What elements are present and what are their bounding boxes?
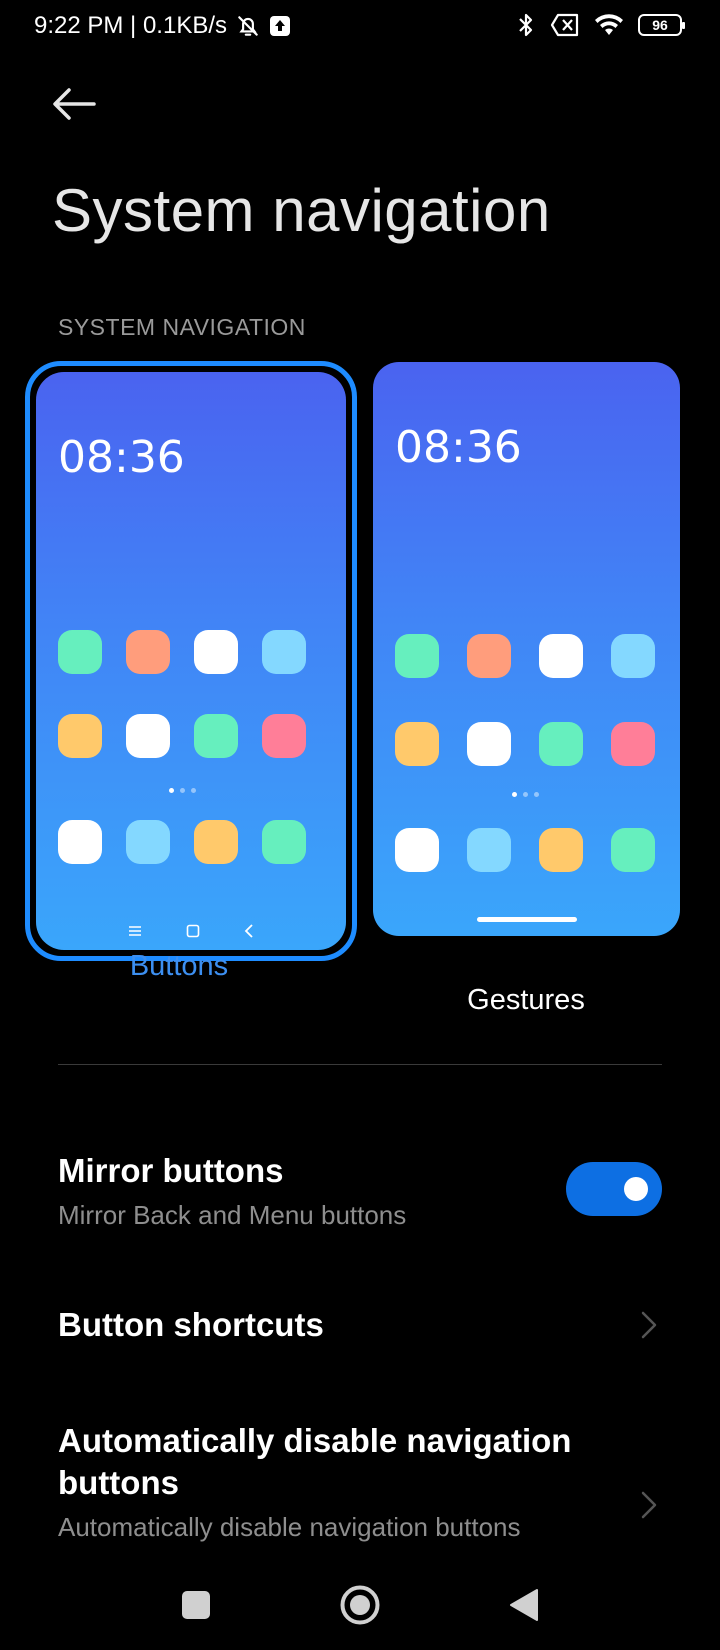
divider [58, 1064, 662, 1065]
app-icon [611, 722, 655, 766]
preview-time: 08:36 [58, 432, 185, 483]
battery-icon: 96 [638, 14, 685, 36]
auto-disable-title: Automatically disable navigation buttons [58, 1422, 572, 1501]
recents-button[interactable] [166, 1575, 226, 1635]
app-icon [262, 820, 306, 864]
toggle-knob [624, 1177, 648, 1201]
preview-nav-buttons [36, 924, 346, 938]
back-triangle-icon [510, 1589, 538, 1621]
status-right: 96 [516, 12, 685, 38]
option-label-gestures: Gestures [467, 984, 585, 1016]
buttons-preview: 08:36 [36, 372, 346, 950]
app-icon [194, 820, 238, 864]
app-icon [126, 630, 170, 674]
page-dot [534, 792, 539, 797]
app-icon [539, 828, 583, 872]
app-icon [467, 634, 511, 678]
app-icon [395, 828, 439, 872]
back-chevron-icon [244, 924, 253, 938]
back-button[interactable] [52, 84, 100, 124]
home-circle-icon [340, 1585, 380, 1625]
no-sim-icon [550, 13, 580, 37]
option-buttons[interactable]: 08:36 Buttons [25, 361, 357, 982]
home-square-icon [186, 924, 200, 938]
selected-frame: 08:36 [25, 361, 357, 961]
page-dot [512, 792, 517, 797]
bluetooth-icon [516, 12, 536, 38]
status-left: 9:22 PM | 0.1KB/s [34, 12, 291, 40]
section-label: SYSTEM NAVIGATION [58, 314, 306, 340]
app-icon [611, 828, 655, 872]
status-time-speed: 9:22 PM | 0.1KB/s [34, 12, 227, 39]
chevron-right-icon [641, 1491, 657, 1519]
mirror-buttons-row[interactable]: Mirror buttons Mirror Back and Menu butt… [58, 1150, 662, 1232]
page-dot [523, 792, 528, 797]
page-title: System navigation [52, 177, 551, 244]
page-dot [191, 788, 196, 793]
back-arrow-icon [53, 88, 96, 120]
page-dots [512, 792, 539, 797]
app-icon [126, 820, 170, 864]
home-button[interactable] [330, 1575, 390, 1635]
auto-disable-subtitle: Automatically disable navigation buttons [58, 1512, 521, 1542]
app-icon [539, 722, 583, 766]
option-gestures[interactable]: 08:36 Gestures [373, 362, 680, 1016]
auto-disable-row[interactable]: Automatically disable navigation buttons… [58, 1420, 662, 1554]
app-icon [539, 634, 583, 678]
page-dot [169, 788, 174, 793]
battery-level: 96 [652, 17, 668, 33]
gesture-handle-bar [477, 917, 577, 922]
back-nav-button[interactable] [494, 1575, 554, 1635]
app-icon [126, 714, 170, 758]
app-icon [58, 820, 102, 864]
system-nav-bar [0, 1555, 720, 1650]
menu-icon [129, 926, 141, 936]
app-icon [395, 634, 439, 678]
mirror-buttons-toggle[interactable] [566, 1162, 662, 1216]
app-icon [467, 722, 511, 766]
page-dot [180, 788, 185, 793]
wifi-icon [594, 13, 624, 37]
page-dots [169, 788, 196, 793]
app-icon [611, 634, 655, 678]
bell-muted-icon [235, 13, 261, 39]
app-icon [395, 722, 439, 766]
app-icon [58, 630, 102, 674]
option-label-buttons: Buttons [129, 950, 229, 982]
preview-time: 08:36 [395, 422, 522, 473]
status-bar: 9:22 PM | 0.1KB/s 96 [0, 0, 720, 56]
button-shortcuts-title: Button shortcuts [58, 1306, 324, 1343]
chevron-right-icon [641, 1311, 657, 1339]
button-shortcuts-row[interactable]: Button shortcuts [58, 1304, 662, 1348]
recents-square-icon [182, 1591, 210, 1619]
upload-icon [269, 15, 291, 37]
app-icon [262, 630, 306, 674]
app-icon [58, 714, 102, 758]
app-icon [194, 714, 238, 758]
gestures-preview: 08:36 [373, 362, 680, 936]
app-icon [467, 828, 511, 872]
app-icon [262, 714, 306, 758]
app-icon [194, 630, 238, 674]
